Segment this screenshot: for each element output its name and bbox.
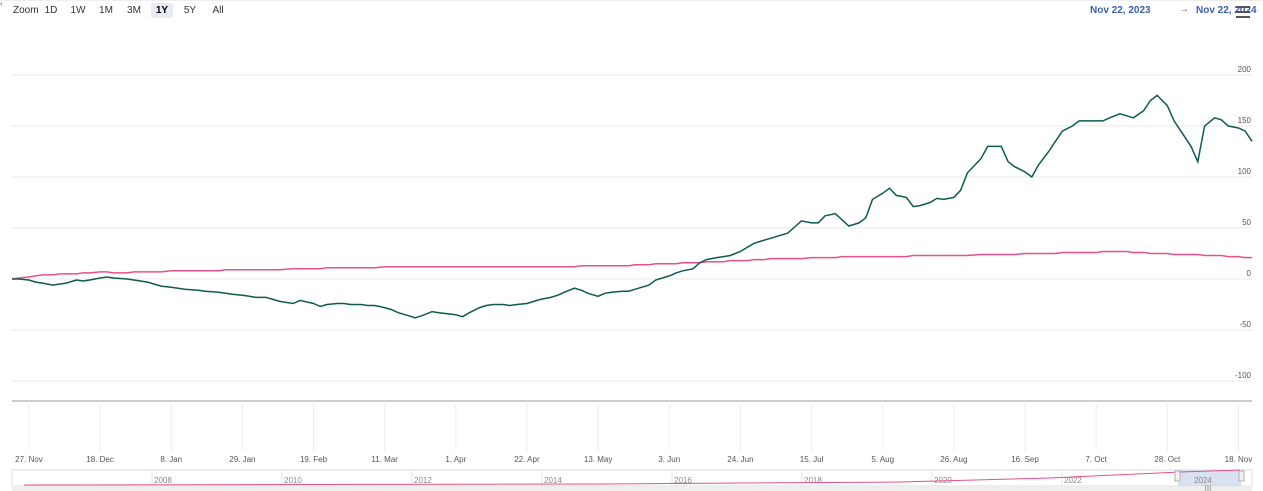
navigator-year-label: 2008: [154, 476, 172, 485]
y-axis-labels: 200 150 100 50 0 -50 -100: [1235, 65, 1252, 380]
x-tick-label: 29. Jan: [229, 455, 255, 464]
navigator-year-label: 2010: [284, 476, 302, 485]
x-tick-label: 3. Jun: [658, 455, 680, 464]
x-tick-label: 24. Jun: [727, 455, 753, 464]
navigator-left-handle[interactable]: [1174, 470, 1181, 482]
navigator[interactable]: 2008 2010 2012 2014 2016 2018 2020 2022 2024 III: [11, 469, 1253, 491]
navigator-scrollbar[interactable]: [12, 487, 1252, 491]
main-series-line: [12, 94, 1253, 319]
y-tick-label: 50: [1242, 218, 1251, 227]
y-tick-label: 0: [1247, 269, 1252, 278]
x-tick-label: 18. Dec: [86, 455, 114, 464]
grid-lines: [12, 74, 1252, 382]
navigator-year-label: 2012: [414, 476, 432, 485]
x-tick-label: 26. Aug: [940, 455, 967, 464]
navigator-right-handle[interactable]: [1238, 470, 1245, 482]
y-tick-label: 200: [1238, 65, 1252, 74]
x-tick-label: 11. Mar: [371, 455, 398, 464]
y-tick-label: 150: [1238, 116, 1252, 125]
compare-series-line: [11, 250, 1252, 280]
stock-chart: 200 150 100 50 0 -50 -100 27. Nov 18. Dec 8. Jan…: [0, 0, 1263, 491]
y-tick-label: -50: [1239, 320, 1251, 329]
navigator-scrollbar-grip[interactable]: III: [1205, 484, 1212, 491]
x-tick-label: 5. Aug: [871, 455, 894, 464]
x-tick-label: 13. May: [584, 455, 612, 464]
x-tick-label: 22. Apr: [514, 455, 540, 464]
y-tick-label: -100: [1235, 371, 1252, 380]
x-tick-label: 1. Apr: [445, 455, 466, 464]
y-tick-label: 100: [1238, 167, 1252, 176]
x-tick-label: 27. Nov: [15, 455, 43, 464]
x-tick-label: 19. Feb: [300, 455, 328, 464]
x-tick-label: 7. Oct: [1085, 455, 1107, 464]
x-tick-label: 8. Jan: [160, 455, 182, 464]
x-tick-label: 16. Sep: [1011, 455, 1039, 464]
x-tick-label: 28. Oct: [1154, 455, 1181, 464]
x-axis-labels: 27. Nov 18. Dec 8. Jan 29. Jan 19. Feb 11. Ma…: [15, 401, 1252, 464]
navigator-year-label: 2018: [804, 476, 822, 485]
x-tick-label: 18. Nov: [1225, 455, 1253, 464]
x-tick-label: 15. Jul: [800, 455, 824, 464]
